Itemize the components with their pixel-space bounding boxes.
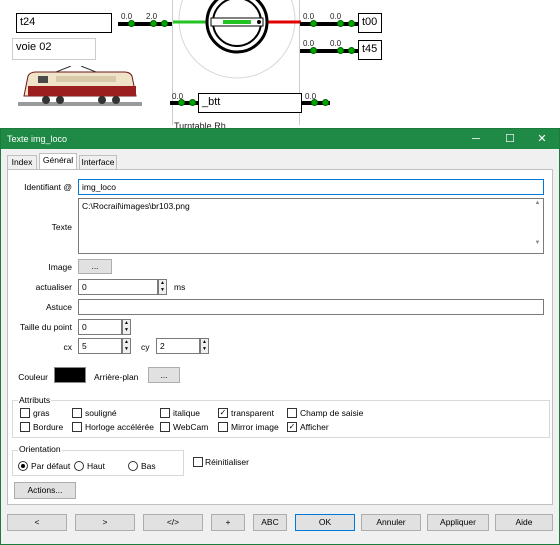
signal-green [128,20,135,27]
couleur-swatch[interactable] [54,367,86,383]
block-voie02[interactable]: voie 02 [12,38,96,60]
next-button[interactable]: > [75,514,135,531]
actualiser-label: actualiser [35,282,72,292]
label-italique: italique [173,408,200,418]
astuce-field[interactable] [78,299,544,315]
cancel-button[interactable]: Annuler [361,514,421,531]
signal-green [311,99,318,106]
taille-spinner[interactable]: ▲ ▼ [122,319,131,335]
track-plan: t24 0.0 2.0 voie 02 0.0 0.0 t00 0.0 0.0 … [0,0,560,130]
signal-green [189,99,196,106]
previous-button[interactable]: < [7,514,67,531]
taille-label: Taille du point [20,322,72,332]
checkbox-mirror-image[interactable] [218,422,228,432]
cy-label: cy [141,342,150,352]
label-gras: gras [33,408,50,418]
block-t00[interactable]: t00 [358,13,382,33]
label-transparent: transparent [231,408,274,418]
label-bas: Bas [141,461,156,471]
attributs-group [12,400,550,438]
block-t24[interactable]: t24 [16,13,112,33]
arriere-plan-button[interactable]: ... [148,367,180,383]
maximize-button[interactable]: ☐ [495,131,525,147]
image-browse-button[interactable]: ... [78,259,112,274]
checkbox-afficher[interactable]: ✓ [287,422,297,432]
signal-green [178,99,185,106]
tab-general[interactable]: Général [39,153,77,170]
label-par-defaut: Par défaut [31,461,71,471]
signal-green [348,20,355,27]
signal-green [337,47,344,54]
texte-field[interactable]: C:\Rocrail\images\br103.png [78,198,544,254]
label-champ-de-saisie: Champ de saisie [300,408,364,418]
minimize-button[interactable]: ─ [461,131,491,147]
actualiser-field[interactable]: 0 [78,279,158,295]
signal-green [322,99,329,106]
radio-haut[interactable] [74,461,84,471]
block-btt[interactable]: _btt [198,93,302,113]
label-horloge: Horloge accélérée [85,422,154,432]
texte-label: Texte [51,222,72,232]
couleur-label: Couleur [18,372,48,382]
checkbox-webcam[interactable] [160,422,170,432]
image-label: Image [48,262,72,272]
radio-par-defaut[interactable] [18,461,28,471]
identifiant-label: Identifiant @ [24,182,72,192]
checkbox-transparent[interactable]: ✓ [218,408,228,418]
signal-green [337,20,344,27]
signal-green [348,47,355,54]
general-panel: Identifiant @ img_loco Texte C:\Rocrail\… [7,169,553,505]
abc-button[interactable]: ABC [253,514,287,531]
ok-button[interactable]: OK [295,514,355,531]
label-afficher: Afficher [300,422,329,432]
label-webcam: WebCam [173,422,209,432]
checkbox-champ-de-saisie[interactable] [287,408,297,418]
locomotive-image [16,65,144,110]
dialog-titlebar[interactable]: Texte img_loco ─ ☐ ✕ [1,129,559,149]
tab-interface[interactable]: Interface [79,155,117,170]
checkbox-bordure[interactable] [20,422,30,432]
arriere-plan-label: Arrière-plan [94,372,139,382]
label-souligne: souligné [85,408,117,418]
block-t45[interactable]: t45 [358,40,382,60]
radio-bas[interactable] [128,461,138,471]
actions-button[interactable]: Actions... [14,482,76,499]
signal-green [161,20,168,27]
cx-field[interactable]: 5 [78,338,122,354]
taille-field[interactable]: 0 [78,319,122,335]
identifiant-field[interactable]: img_loco [78,179,544,195]
checkbox-horloge[interactable] [72,422,82,432]
tab-index[interactable]: Index [7,155,37,170]
astuce-label: Astuce [46,302,72,312]
cy-field[interactable]: 2 [156,338,200,354]
close-button[interactable]: ✕ [527,131,557,147]
checkbox-gras[interactable] [20,408,30,418]
help-button[interactable]: Aide [495,514,553,531]
cx-spinner[interactable]: ▲ ▼ [122,338,131,354]
label-mirror-image: Mirror image [231,422,279,432]
cx-label: cx [63,342,73,352]
dialog-window: Texte img_loco ─ ☐ ✕ Index Général Inter… [0,128,560,545]
label-haut: Haut [87,461,105,471]
signal-green [310,47,317,54]
xml-button[interactable]: </> [143,514,203,531]
dialog-title: Texte img_loco [7,134,68,144]
texte-scrollbar[interactable]: ▲ ▼ [532,199,543,253]
add-button[interactable]: + [211,514,245,531]
checkbox-reinitialiser[interactable] [193,457,203,467]
signal-green [150,20,157,27]
actualiser-unit: ms [174,282,186,292]
attributs-title: Attributs [18,395,52,405]
cy-spinner[interactable]: ▲ ▼ [200,338,209,354]
checkbox-souligne[interactable] [72,408,82,418]
orientation-title: Orientation [18,444,62,454]
actualiser-spinner[interactable]: ▲ ▼ [158,279,167,295]
checkbox-italique[interactable] [160,408,170,418]
apply-button[interactable]: Appliquer [427,514,489,531]
signal-green [310,20,317,27]
label-bordure: Bordure [33,422,64,432]
label-reinitialiser: Réinitialiser [205,457,249,467]
